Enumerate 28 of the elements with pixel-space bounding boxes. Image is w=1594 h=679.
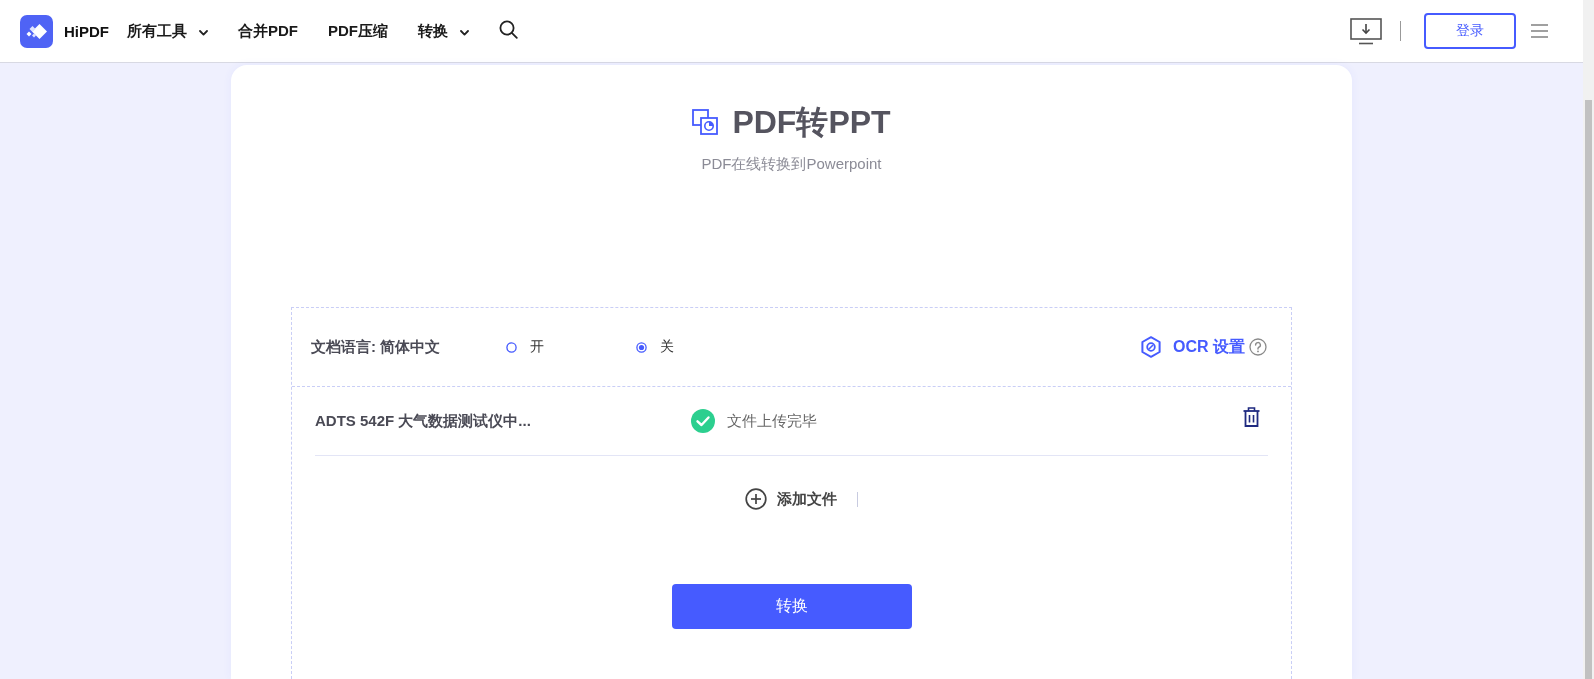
login-button[interactable]: 登录 [1424,13,1516,49]
nav-link[interactable]: 所有工具 [127,21,208,41]
upload-status: 文件上传完毕 [727,411,817,431]
trash-icon[interactable] [1243,407,1260,427]
radio-icon[interactable] [506,341,517,353]
nav-link[interactable]: PDF压缩 [328,21,388,41]
help-icon[interactable] [1249,338,1267,356]
nav-link[interactable]: 合并PDF [238,21,298,41]
radio-icon[interactable] [636,341,647,353]
menu-icon[interactable] [1531,24,1548,38]
slides-icon [692,109,719,135]
hexagon-icon [1141,336,1161,358]
file-name: ADTS 542F 大气数据测试仪中... [315,411,532,431]
ocr-radio-option[interactable]: 关 [636,338,766,356]
brand-name[interactable]: HiPDF [64,22,109,40]
ocr-settings-link[interactable]: OCR 设置 [1141,336,1245,358]
logo-icon[interactable] [20,14,53,48]
plus-circle-icon [745,488,767,510]
monitor-download-icon[interactable] [1350,17,1382,45]
scrollbar-thumb[interactable] [1585,100,1592,679]
search-icon[interactable] [499,19,518,39]
convert-button[interactable]: 转换 [671,584,912,629]
document-language-label: 文档语言: 简体中文 [311,337,442,357]
nav-link[interactable]: 转换 [418,21,469,41]
add-file-button[interactable]: 添加文件 [745,488,837,510]
page-title: PDF转PPT [732,103,891,142]
ocr-radio-option[interactable]: 开 [506,338,636,356]
page-subtitle: PDF在线转换到Powerpoint [701,154,882,174]
